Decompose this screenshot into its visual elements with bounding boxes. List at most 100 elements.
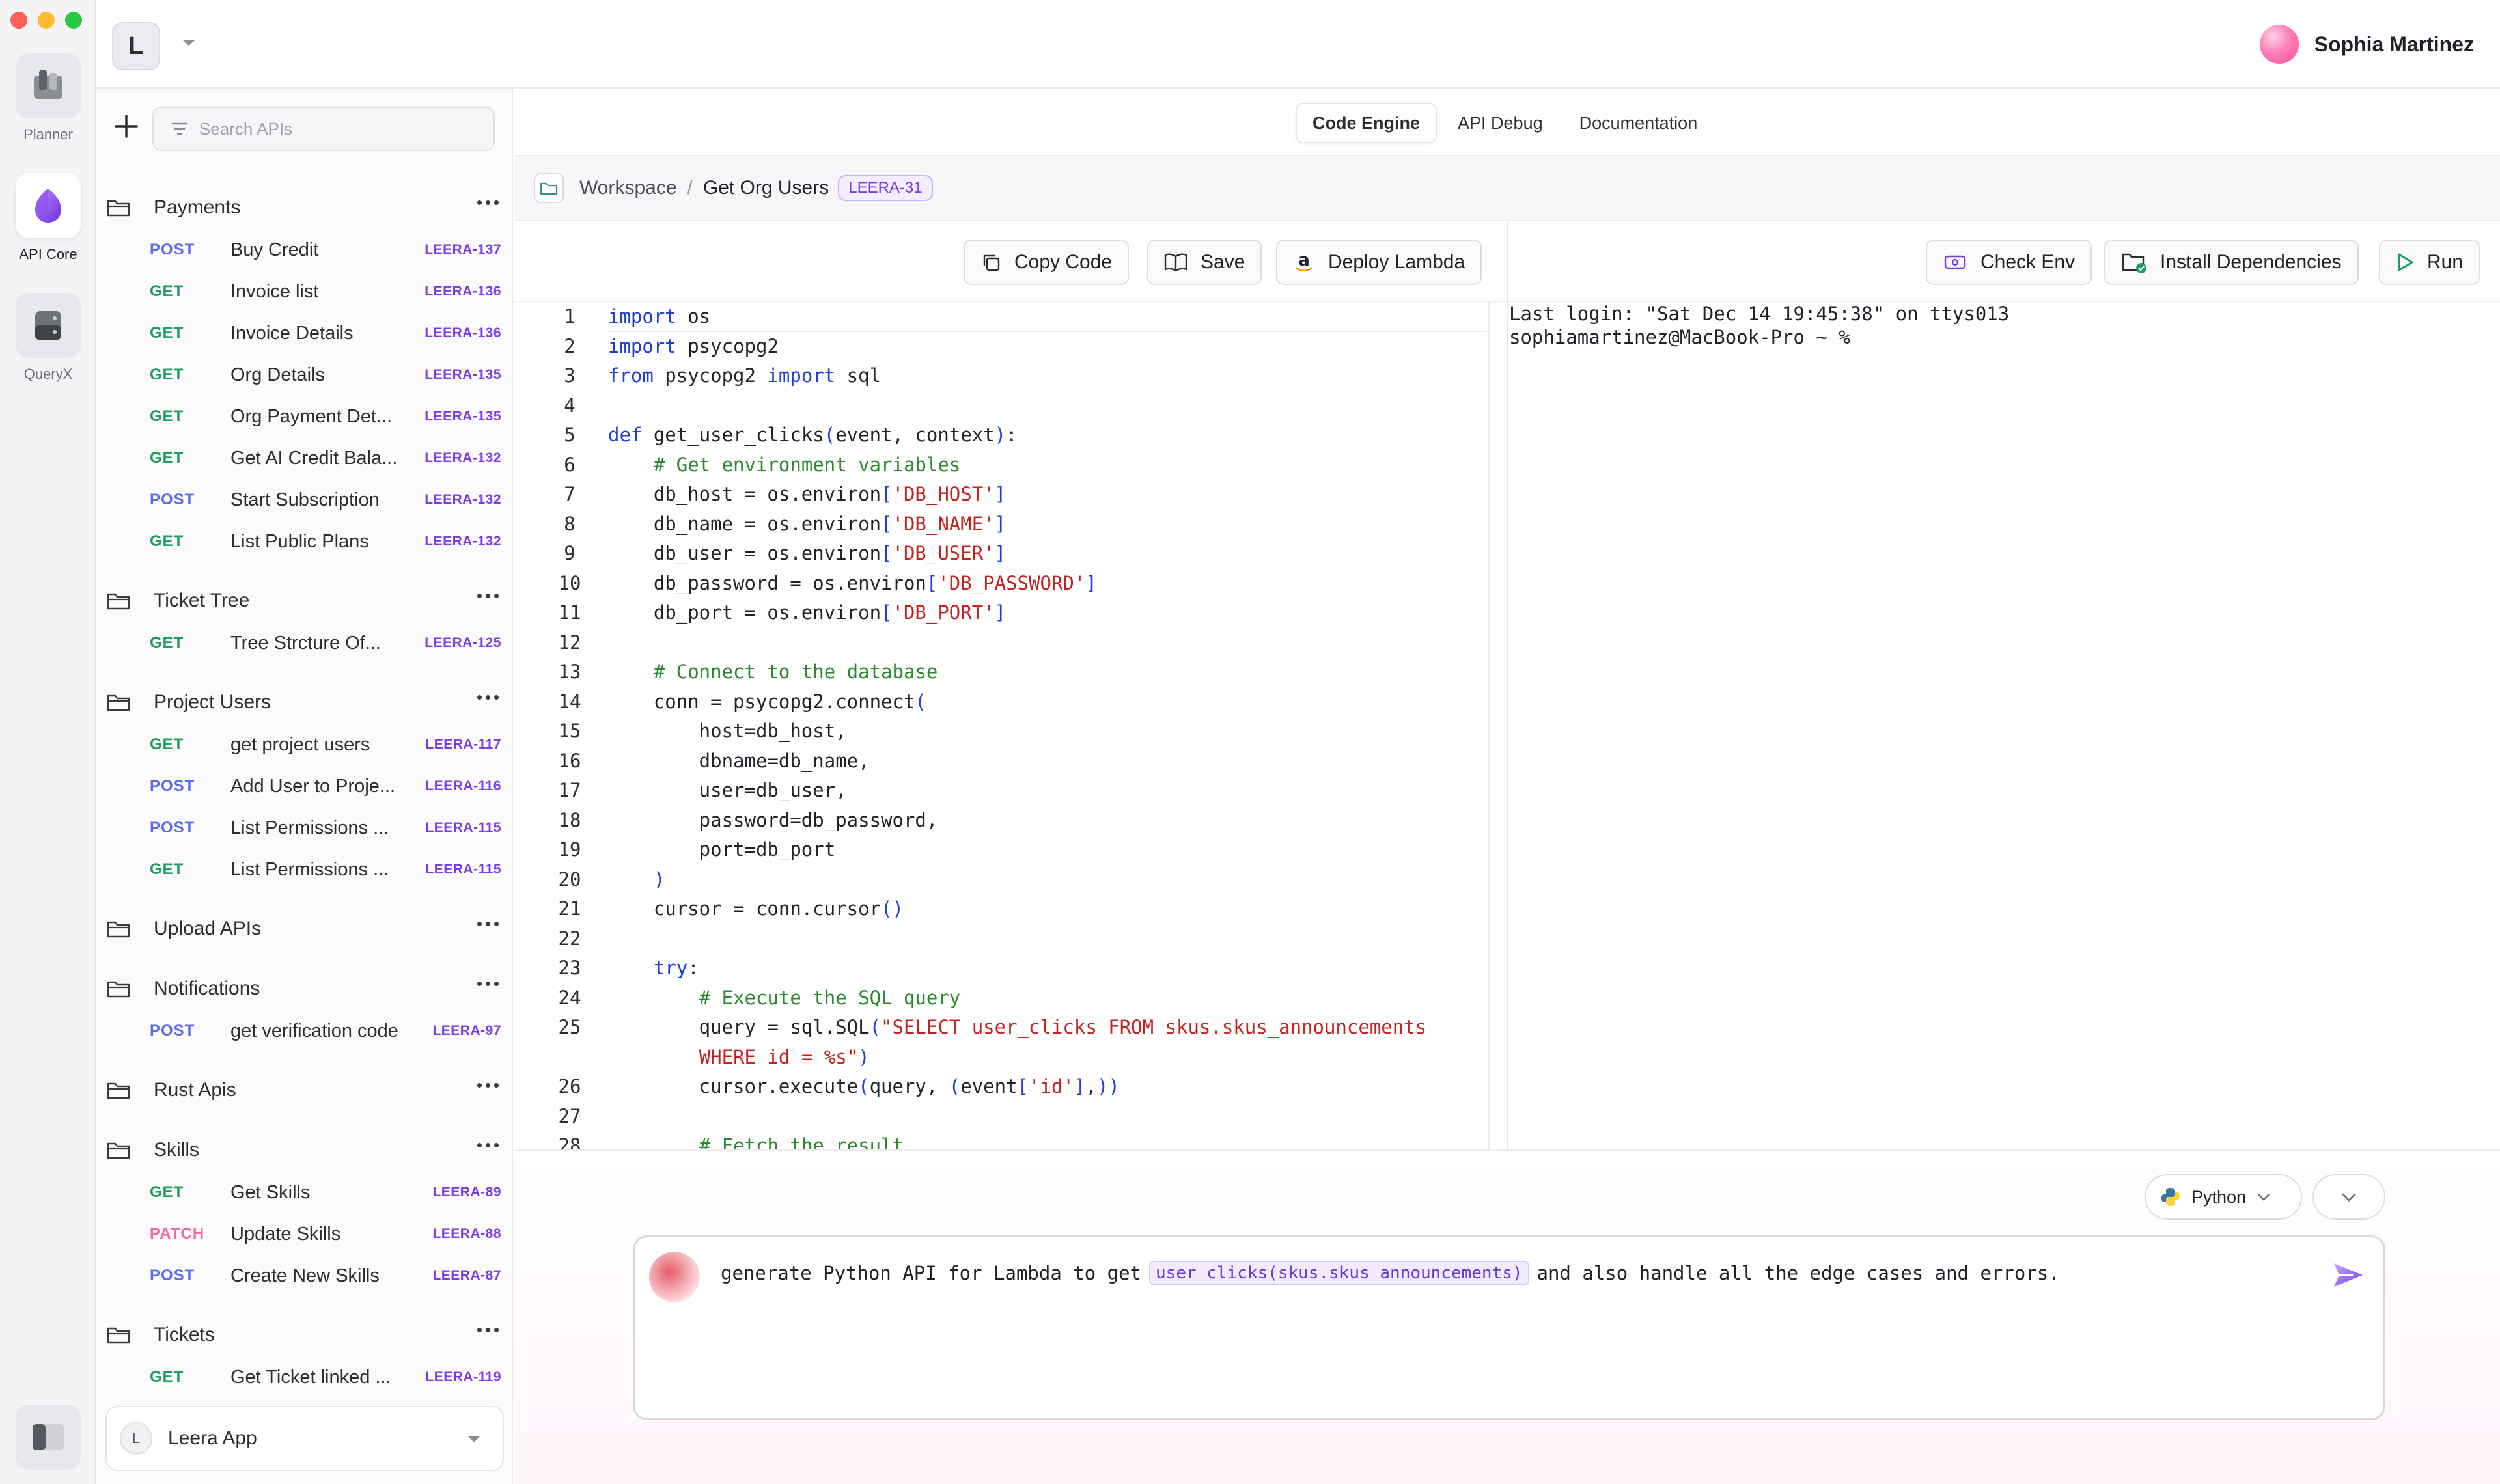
api-group-header[interactable]: Project Users — [96, 681, 512, 724]
code-token: 'DB_NAME' — [892, 512, 995, 535]
more-options-icon[interactable] — [477, 982, 499, 986]
code-token: [ — [881, 542, 893, 564]
more-options-icon[interactable] — [477, 922, 499, 926]
code-token: ( — [949, 1075, 961, 1097]
sidebar-toggle-icon — [33, 1424, 64, 1450]
language-select[interactable]: Python — [2145, 1174, 2302, 1220]
api-core-icon — [35, 189, 61, 223]
api-group-header[interactable]: Tickets — [96, 1313, 512, 1356]
code-token: query = sql.SQL — [608, 1016, 870, 1038]
save-button[interactable]: Save — [1147, 240, 1262, 285]
breadcrumb-root[interactable]: Workspace — [579, 177, 677, 199]
api-item[interactable]: POST Buy Credit LEERA-137 — [96, 229, 512, 271]
run-button[interactable]: Run — [2379, 240, 2480, 285]
context-chip[interactable]: user_clicks(skus.skus_announcements) — [1149, 1261, 1529, 1285]
minimize-window-button[interactable] — [38, 12, 55, 29]
api-group-header[interactable]: Rust Apis — [96, 1069, 512, 1112]
code-token: port=db_port — [608, 838, 836, 860]
ticket-id: LEERA-132 — [424, 492, 501, 507]
terminal[interactable]: Last login: "Sat Dec 14 19:45:38" on tty… — [1508, 302, 2500, 1149]
api-item[interactable]: GET Get Ticket linked ... LEERA-119 — [96, 1356, 512, 1398]
more-options-select[interactable] — [2312, 1174, 2385, 1220]
more-options-icon[interactable] — [477, 1083, 499, 1088]
api-item[interactable]: GET Org Payment Det... LEERA-135 — [96, 396, 512, 437]
api-item[interactable]: GET Invoice Details LEERA-136 — [96, 312, 512, 354]
api-item[interactable]: GET get project users LEERA-117 — [96, 724, 512, 765]
api-item[interactable]: GET Invoice list LEERA-136 — [96, 271, 512, 312]
line-number: 22 — [558, 927, 581, 950]
rail-app-queryx[interactable]: QueryX — [16, 293, 81, 383]
ticket-tag[interactable]: LEERA-31 — [838, 175, 933, 201]
more-options-icon[interactable] — [477, 200, 499, 205]
sidebar-toggle-button[interactable] — [16, 1405, 81, 1470]
api-item[interactable]: GET Tree Strcture Of... LEERA-125 — [96, 622, 512, 664]
send-icon[interactable] — [2331, 1261, 2365, 1289]
database-icon — [35, 311, 61, 340]
api-item[interactable]: GET Get AI Credit Bala... LEERA-132 — [96, 437, 512, 479]
ticket-id: LEERA-115 — [425, 820, 501, 835]
ticket-id: LEERA-137 — [424, 242, 501, 257]
api-item[interactable]: GET Get Skills LEERA-89 — [96, 1172, 512, 1213]
code-text: cursor.execute(query, (event['id'],)) — [608, 1075, 1120, 1097]
add-icon[interactable] — [113, 113, 139, 139]
api-item[interactable]: POST Add User to Proje... LEERA-116 — [96, 765, 512, 807]
api-group-header[interactable]: Notifications — [96, 967, 512, 1010]
api-item[interactable]: GET List Permissions ... LEERA-115 — [96, 849, 512, 890]
tab-code-engine[interactable]: Code Engine — [1296, 103, 1438, 143]
avatar — [2259, 25, 2299, 64]
maximize-window-button[interactable] — [65, 12, 82, 29]
rail-app-api-core[interactable]: API Core — [16, 173, 81, 263]
copy-code-button[interactable]: Copy Code — [964, 240, 1130, 285]
more-options-icon[interactable] — [477, 1143, 499, 1147]
code-token: ( — [869, 1016, 882, 1038]
code-editor[interactable]: 1 import os 2 import psycopg2 3 from psycopg2… — [514, 302, 1507, 1149]
folder-icon[interactable] — [534, 173, 564, 203]
api-item[interactable]: POST get verification code LEERA-97 — [96, 1010, 512, 1052]
api-item[interactable]: GET Org Details LEERA-135 — [96, 354, 512, 396]
rail-app-planner[interactable]: Planner — [16, 53, 81, 143]
api-item[interactable]: POST Create New Skills LEERA-87 — [96, 1255, 512, 1297]
app-switcher[interactable]: L Leera App — [105, 1406, 504, 1471]
code-token: # Execute the SQL query — [699, 986, 961, 1009]
install-dependencies-label: Install Dependencies — [2160, 251, 2342, 273]
ticket-id: LEERA-136 — [424, 325, 501, 340]
check-env-button[interactable]: Check Env — [1926, 240, 2092, 285]
ticket-id: LEERA-132 — [424, 534, 501, 549]
http-method-badge: GET — [150, 449, 184, 467]
line-number: 20 — [558, 868, 581, 890]
api-group-header[interactable]: Upload APIs — [96, 907, 512, 950]
folder-check-icon — [2122, 253, 2146, 273]
workspace-badge[interactable]: L — [112, 22, 160, 70]
api-group-header[interactable]: Payments — [96, 186, 512, 229]
code-token: conn = psycopg2.connect — [608, 690, 915, 713]
close-window-button[interactable] — [10, 12, 27, 29]
ticket-id: LEERA-132 — [424, 450, 501, 465]
prompt-input[interactable]: generate Python API for Lambda to get us… — [633, 1235, 2385, 1420]
api-item[interactable]: POST Start Subscription LEERA-132 — [96, 479, 512, 521]
save-label: Save — [1201, 251, 1245, 273]
more-options-icon[interactable] — [477, 1328, 499, 1332]
api-group-header[interactable]: Skills — [96, 1129, 512, 1172]
api-group-header[interactable]: Ticket Tree — [96, 579, 512, 622]
install-dependencies-button[interactable]: Install Dependencies — [2104, 240, 2359, 285]
deploy-lambda-button[interactable]: a Deploy Lambda — [1276, 240, 1482, 285]
tab-api-debug[interactable]: API Debug — [1442, 103, 1559, 143]
tab-documentation[interactable]: Documentation — [1564, 103, 1714, 143]
chevron-down-icon[interactable] — [181, 38, 197, 48]
more-options-icon[interactable] — [477, 594, 499, 598]
api-item[interactable]: POST List Permissions ... LEERA-115 — [96, 807, 512, 849]
caret-down-icon — [467, 1436, 480, 1442]
api-item[interactable]: PATCH Update Skills LEERA-88 — [96, 1213, 512, 1255]
user-menu[interactable]: Sophia Martinez — [2259, 25, 2474, 64]
code-token: db_name = os.environ — [608, 512, 882, 535]
api-item[interactable]: GET List Public Plans LEERA-132 — [96, 521, 512, 562]
line-number: 16 — [558, 749, 581, 772]
api-item-name: get project users — [230, 734, 370, 755]
editor-scrollbar[interactable] — [1488, 302, 1490, 1149]
ticket-id: LEERA-115 — [425, 862, 501, 877]
more-options-icon[interactable] — [477, 695, 499, 700]
search-input[interactable]: Search APIs — [152, 107, 495, 151]
